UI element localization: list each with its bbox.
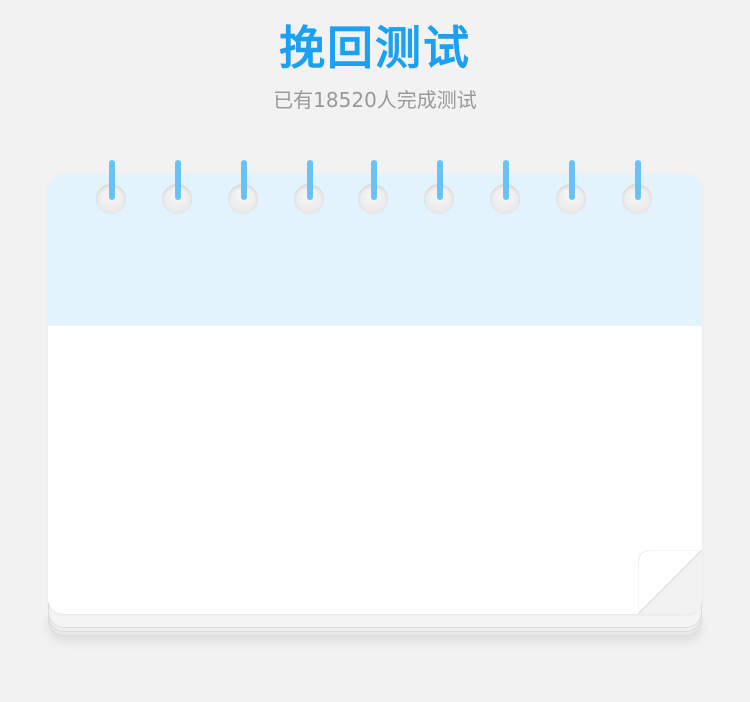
binder-ring-icon xyxy=(569,160,575,200)
page-curl-icon xyxy=(638,550,702,614)
notebook-card xyxy=(48,174,702,614)
page-title: 挽回测试 xyxy=(279,21,471,75)
binder-ring-icon xyxy=(437,160,443,200)
binder-ring-icon xyxy=(307,160,313,200)
binder-ring-icon xyxy=(241,160,247,200)
binder-ring-icon xyxy=(109,160,115,200)
binder-ring-icon xyxy=(175,160,181,200)
binder-ring-icon xyxy=(371,160,377,200)
binder-ring-icon xyxy=(635,160,641,200)
binder-ring-icon xyxy=(503,160,509,200)
participant-count: 已有18520人完成测试 xyxy=(273,88,477,112)
